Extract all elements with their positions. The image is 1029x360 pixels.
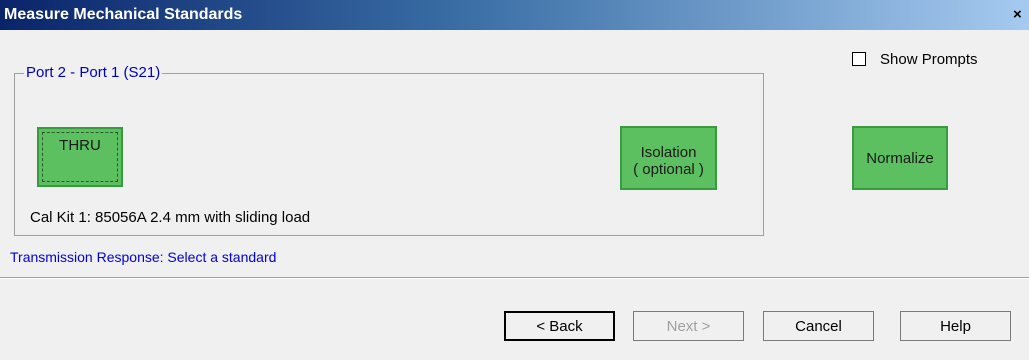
isolation-label: Isolation (640, 144, 697, 161)
status-text: Transmission Response: Select a standard (10, 249, 277, 265)
back-button[interactable]: < Back (504, 311, 615, 341)
next-button[interactable]: Next > (633, 311, 744, 341)
isolation-standard-button[interactable]: Isolation ( optional ) (620, 126, 717, 190)
isolation-optional-label: ( optional ) (633, 161, 704, 178)
cal-kit-label: Cal Kit 1: 85056A 2.4 mm with sliding lo… (30, 209, 311, 226)
normalize-button[interactable]: Normalize (852, 126, 948, 190)
title-bar[interactable]: Measure Mechanical Standards × (0, 0, 1029, 30)
show-prompts-label: Show Prompts (880, 50, 978, 68)
close-icon[interactable]: × (1013, 5, 1029, 25)
show-prompts-checkbox[interactable] (852, 52, 866, 66)
thru-standard-button[interactable]: THRU (37, 127, 123, 187)
separator-line (0, 277, 1029, 279)
help-button[interactable]: Help (900, 311, 1011, 341)
dialog-body: Show Prompts Port 2 - Port 1 (S21) THRU … (0, 30, 1029, 360)
normalize-label: Normalize (866, 149, 934, 167)
thru-label: THRU (59, 137, 101, 154)
window-title: Measure Mechanical Standards (4, 6, 243, 23)
show-prompts-option[interactable]: Show Prompts (852, 50, 978, 68)
cancel-button[interactable]: Cancel (763, 311, 874, 341)
port-group-legend: Port 2 - Port 1 (S21) (24, 64, 163, 81)
